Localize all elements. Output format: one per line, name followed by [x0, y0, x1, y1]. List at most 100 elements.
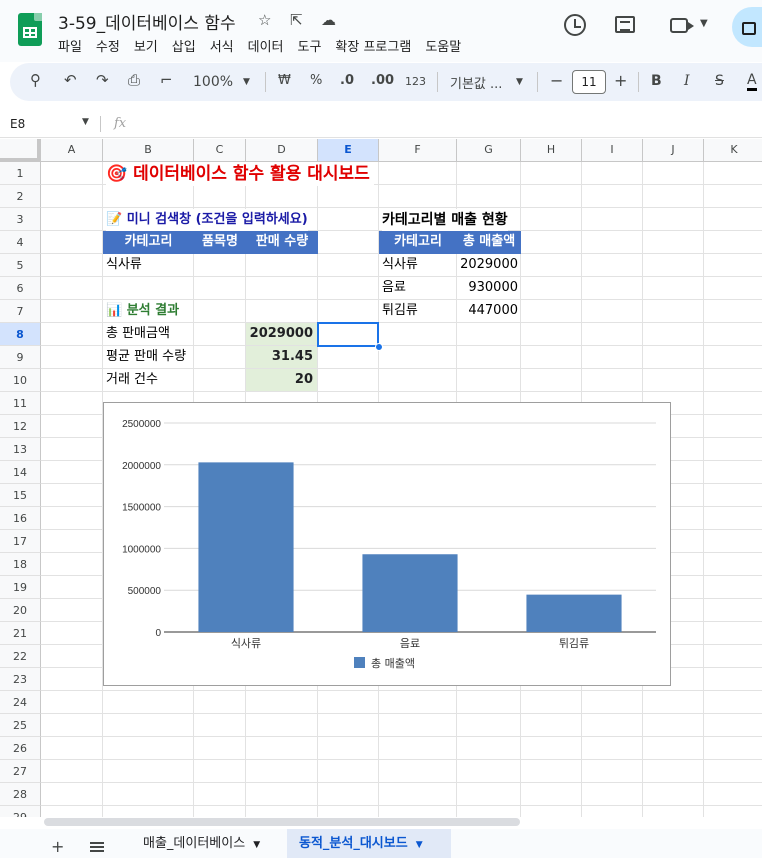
- category-amount-cell[interactable]: 2029000: [457, 254, 518, 276]
- search-header-category[interactable]: 카테고리: [103, 231, 194, 254]
- result-value-cell[interactable]: 2029000: [246, 323, 317, 345]
- row-header[interactable]: 21: [0, 622, 41, 645]
- menu-format[interactable]: 서식: [210, 36, 234, 55]
- add-sheet-icon[interactable]: +: [51, 837, 64, 856]
- category-name-cell[interactable]: 튀김류: [382, 300, 418, 322]
- search-section-title[interactable]: 📝 미니 검색창 (조건을 입력하세요): [106, 209, 308, 231]
- row-header[interactable]: 26: [0, 737, 41, 760]
- menu-help[interactable]: 도움말: [425, 36, 461, 55]
- select-all-corner[interactable]: [0, 139, 41, 162]
- percent-format-button[interactable]: %: [310, 73, 322, 88]
- horizontal-scrollbar[interactable]: [44, 818, 520, 826]
- menu-data[interactable]: 데이터: [248, 36, 284, 55]
- row-header[interactable]: 29: [0, 806, 41, 817]
- row-header[interactable]: 1: [0, 162, 41, 185]
- paint-format-icon[interactable]: ⌐: [160, 71, 173, 89]
- star-icon[interactable]: ☆: [258, 11, 271, 29]
- currency-format-button[interactable]: ₩: [278, 73, 291, 88]
- result-value-cell[interactable]: 31.45: [246, 346, 317, 368]
- category-name-cell[interactable]: 식사류: [382, 254, 418, 276]
- undo-icon[interactable]: ↶: [64, 71, 77, 89]
- row-header[interactable]: 28: [0, 783, 41, 806]
- version-history-icon[interactable]: [564, 14, 586, 36]
- row-header[interactable]: 17: [0, 530, 41, 553]
- row-header[interactable]: 6: [0, 277, 41, 300]
- row-header[interactable]: 9: [0, 346, 41, 369]
- row-header[interactable]: 14: [0, 461, 41, 484]
- row-header[interactable]: 22: [0, 645, 41, 668]
- meet-video-icon[interactable]: [670, 18, 694, 33]
- row-header[interactable]: 7: [0, 300, 41, 323]
- category-section-title[interactable]: 카테고리별 매출 현황: [382, 209, 508, 231]
- search-header-quantity[interactable]: 판매 수량: [246, 231, 318, 254]
- sheet-tab-dashboard[interactable]: 동적_분석_대시보드 ▼: [287, 829, 451, 858]
- column-header-j[interactable]: J: [643, 139, 704, 162]
- row-header[interactable]: 27: [0, 760, 41, 783]
- sheets-logo-icon[interactable]: [18, 13, 42, 46]
- font-caret-icon[interactable]: ▼: [516, 77, 523, 87]
- more-formats-button[interactable]: 123: [405, 75, 426, 88]
- redo-icon[interactable]: ↷: [96, 71, 109, 89]
- column-header-b[interactable]: B: [103, 139, 194, 162]
- column-header-i[interactable]: I: [582, 139, 643, 162]
- search-value-category[interactable]: 식사류: [106, 254, 142, 276]
- column-header-h[interactable]: H: [521, 139, 582, 162]
- row-header[interactable]: 3: [0, 208, 41, 231]
- column-header-g[interactable]: G: [457, 139, 521, 162]
- menu-extensions[interactable]: 확장 프로그램: [335, 36, 411, 55]
- category-header-amount[interactable]: 총 매출액: [457, 231, 521, 254]
- increase-font-size-button[interactable]: +: [614, 71, 627, 90]
- row-header[interactable]: 5: [0, 254, 41, 277]
- row-header[interactable]: 20: [0, 599, 41, 622]
- column-header-d[interactable]: D: [246, 139, 318, 162]
- result-label-cell[interactable]: 거래 건수: [106, 369, 158, 391]
- increase-decimal-button[interactable]: .00: [371, 73, 394, 88]
- bold-button[interactable]: B: [651, 73, 662, 89]
- result-label-cell[interactable]: 총 판매금액: [106, 323, 170, 345]
- sheet-tab-caret-icon[interactable]: ▼: [253, 840, 260, 850]
- dashboard-title[interactable]: 🎯 데이터베이스 함수 활용 대시보드: [106, 162, 374, 186]
- italic-button[interactable]: I: [684, 73, 690, 89]
- font-size-input[interactable]: 11: [572, 70, 606, 94]
- menu-view[interactable]: 보기: [134, 36, 158, 55]
- row-header[interactable]: 15: [0, 484, 41, 507]
- menu-edit[interactable]: 수정: [96, 36, 120, 55]
- print-icon[interactable]: ⎙: [128, 71, 140, 89]
- category-amount-cell[interactable]: 930000: [457, 277, 518, 299]
- row-header[interactable]: 16: [0, 507, 41, 530]
- row-header[interactable]: 19: [0, 576, 41, 599]
- result-section-title[interactable]: 📊 분석 결과: [106, 300, 179, 322]
- share-button[interactable]: [732, 7, 762, 47]
- strikethrough-button[interactable]: S: [715, 73, 724, 89]
- zoom-caret-icon[interactable]: ▼: [243, 77, 250, 87]
- search-header-item[interactable]: 품목명: [194, 231, 246, 254]
- comments-icon[interactable]: [615, 16, 635, 33]
- row-header[interactable]: 24: [0, 691, 41, 714]
- row-header[interactable]: 13: [0, 438, 41, 461]
- row-header[interactable]: 25: [0, 714, 41, 737]
- row-header[interactable]: 2: [0, 185, 41, 208]
- sheet-tab-caret-icon[interactable]: ▼: [416, 840, 423, 850]
- row-header[interactable]: 4: [0, 231, 41, 254]
- menu-insert[interactable]: 삽입: [172, 36, 196, 55]
- sales-chart[interactable]: 2500000 2000000 1500000 1000000 500000 0 식사류 음료…: [103, 402, 671, 686]
- category-amount-cell[interactable]: 447000: [457, 300, 518, 322]
- result-value-cell[interactable]: 20: [246, 369, 317, 391]
- name-box[interactable]: E8: [10, 117, 25, 131]
- menu-file[interactable]: 파일: [58, 36, 82, 55]
- fill-handle[interactable]: [375, 343, 383, 351]
- row-header[interactable]: 10: [0, 369, 41, 392]
- column-header-c[interactable]: C: [194, 139, 246, 162]
- document-title[interactable]: 3-59_데이터베이스 함수: [58, 9, 236, 34]
- meet-caret-icon[interactable]: ▼: [700, 18, 708, 29]
- column-header-a[interactable]: A: [41, 139, 103, 162]
- category-header-category[interactable]: 카테고리: [379, 231, 457, 254]
- decrease-decimal-button[interactable]: .0: [340, 73, 354, 88]
- name-box-caret-icon[interactable]: ▼: [82, 117, 89, 127]
- column-header-e[interactable]: E: [318, 139, 379, 162]
- active-cell-selection[interactable]: [317, 322, 379, 347]
- menu-tools[interactable]: 도구: [298, 36, 322, 55]
- move-folder-icon[interactable]: ⇱: [290, 11, 303, 29]
- zoom-select[interactable]: 100%: [193, 74, 233, 90]
- column-header-k[interactable]: K: [704, 139, 762, 162]
